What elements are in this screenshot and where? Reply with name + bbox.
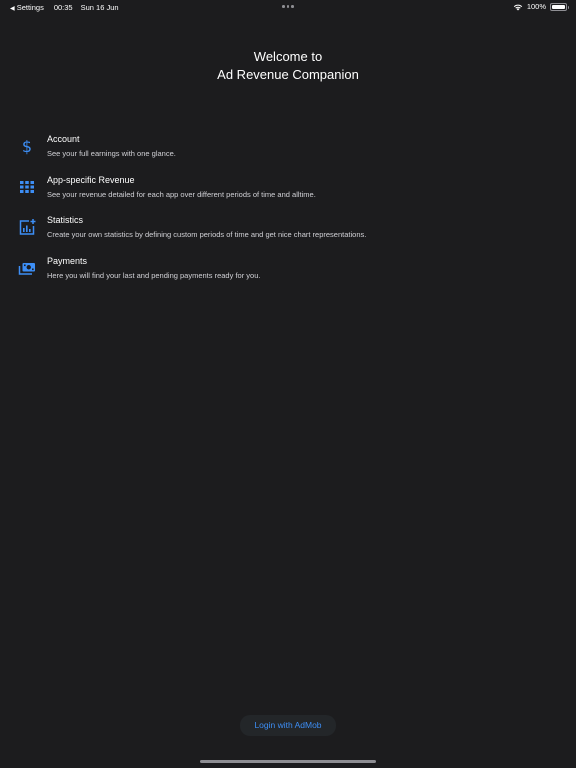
battery-icon bbox=[550, 2, 569, 11]
feature-title: Statistics bbox=[47, 215, 84, 225]
battery-percent: 100% bbox=[526, 2, 546, 11]
back-arrow-icon: ◀ bbox=[10, 6, 15, 12]
wifi-icon bbox=[513, 4, 523, 10]
dollar-icon: $ bbox=[22, 137, 32, 155]
back-label: Settings bbox=[16, 3, 44, 12]
status-right: 100% bbox=[513, 2, 569, 11]
feature-account: $ Account See your full earnings with on… bbox=[0, 132, 576, 173]
welcome-line-1: Welcome to bbox=[253, 49, 323, 64]
status-left: ◀ Settings 00:35 Sun 16 Jun bbox=[10, 3, 119, 12]
feature-description: See your revenue detailed for each app o… bbox=[47, 189, 316, 199]
feature-title: Account bbox=[47, 134, 80, 144]
back-to-settings[interactable]: ◀ Settings bbox=[10, 3, 44, 12]
feature-app-revenue: App-specific Revenue See your revenue de… bbox=[0, 173, 576, 214]
chart-add-icon bbox=[19, 219, 36, 235]
status-bar: ◀ Settings 00:35 Sun 16 Jun 100% bbox=[0, 0, 576, 14]
svg-text:$: $ bbox=[22, 137, 32, 155]
home-indicator[interactable] bbox=[200, 760, 376, 763]
feature-description: See your full earnings with one glance. bbox=[47, 149, 176, 158]
status-date: Sun 16 Jun bbox=[80, 3, 119, 12]
payment-icon bbox=[18, 262, 35, 275]
feature-title: Payments bbox=[47, 255, 88, 266]
welcome-line-2: Ad Revenue Companion bbox=[217, 67, 359, 82]
feature-list: $ Account See your full earnings with on… bbox=[0, 132, 576, 294]
feature-statistics: Statistics Create your own statistics by… bbox=[0, 213, 576, 254]
feature-payments: Payments Here you will find your last an… bbox=[0, 254, 576, 295]
feature-description: Here you will find your last and pending… bbox=[47, 270, 261, 280]
feature-description: Create your own statistics by defining c… bbox=[47, 230, 367, 239]
login-with-admob-button[interactable]: Login with AdMob bbox=[240, 715, 336, 736]
grid-icon bbox=[20, 180, 34, 193]
welcome-heading: Welcome to Ad Revenue Companion bbox=[0, 48, 576, 84]
battery-fill bbox=[552, 4, 565, 9]
feature-title: App-specific Revenue bbox=[47, 174, 135, 185]
status-time: 00:35 bbox=[53, 3, 73, 12]
multitasking-dots-icon[interactable] bbox=[282, 5, 294, 8]
